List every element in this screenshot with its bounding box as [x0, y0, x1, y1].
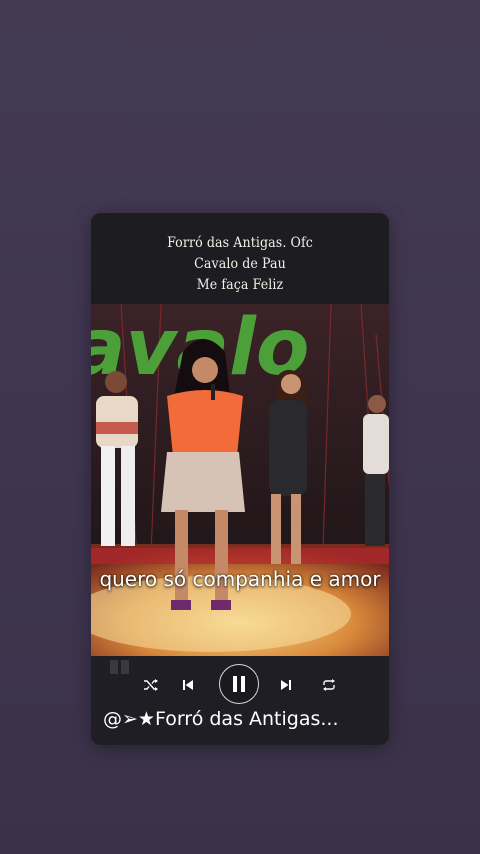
- pause-icon: [233, 676, 245, 692]
- play-pause-button[interactable]: [219, 664, 259, 704]
- controls-overlay: @➢★Forró das Antigas...: [91, 213, 389, 745]
- repeat-button[interactable]: [319, 675, 339, 695]
- shuffle-icon: [144, 679, 158, 691]
- next-button[interactable]: [276, 675, 296, 695]
- previous-button[interactable]: [178, 675, 198, 695]
- drag-handle-icon: [110, 660, 129, 674]
- repeat-icon: [323, 679, 335, 691]
- track-title[interactable]: @➢★Forró das Antigas...: [103, 705, 383, 733]
- skip-next-icon: [281, 680, 291, 690]
- shuffle-button[interactable]: [141, 675, 161, 695]
- skip-previous-icon: [183, 680, 193, 690]
